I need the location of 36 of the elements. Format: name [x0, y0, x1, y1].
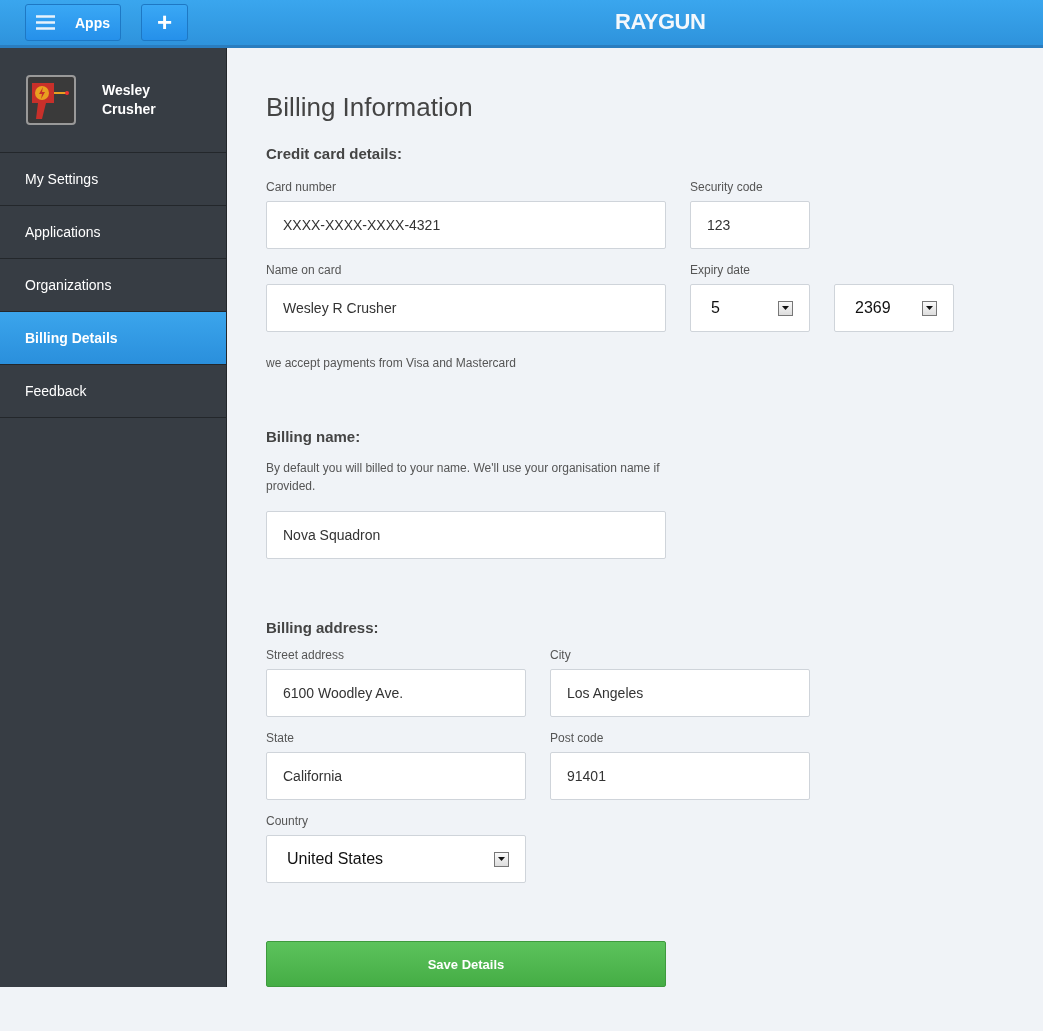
avatar-icon [26, 75, 76, 125]
input-field[interactable]: Wesley R Crusher [266, 284, 666, 332]
caret-icon[interactable] [922, 300, 937, 316]
logo: RAYGUN [615, 9, 706, 35]
input-field[interactable]: XXXX-XXXX-XXXX-4321 [266, 201, 666, 249]
payment-note: we accept payments from Visa and Mastercard [266, 356, 517, 370]
field-label: State [266, 731, 296, 745]
page-title: Billing Information [266, 92, 474, 123]
field-label: Street address [266, 648, 346, 662]
billing-name-description: By default you will billed to your name. We'll use your organisation name if provided. [266, 460, 661, 495]
select-field[interactable]: United States [266, 835, 526, 883]
input-field[interactable]: California [266, 752, 526, 800]
caret-icon[interactable] [778, 300, 793, 316]
input-field[interactable]: 91401 [550, 752, 810, 800]
menu-icon [36, 14, 55, 31]
field-label: Security code [690, 180, 764, 194]
section-heading: Billing address: [266, 619, 380, 636]
section-heading: Credit card details: [266, 145, 403, 162]
caret-icon[interactable] [494, 851, 509, 867]
field-label: Card number [266, 180, 338, 194]
field-label: Name on card [266, 263, 343, 277]
select-field[interactable]: 2369 [834, 284, 954, 332]
input-field[interactable]: 123 [690, 201, 810, 249]
sidebar-item[interactable]: My Settings [0, 153, 226, 206]
field-label: Expiry date [690, 263, 752, 277]
field-label: City [550, 648, 572, 662]
field-label: Country [266, 814, 310, 828]
sidebar-item[interactable]: Applications [0, 206, 226, 259]
select-field[interactable]: 5 [690, 284, 810, 332]
input-field[interactable]: 6100 Woodley Ave. [266, 669, 526, 717]
sidebar-item[interactable]: Feedback [0, 365, 226, 418]
input-field[interactable]: Nova Squadron [266, 511, 666, 559]
input-field[interactable]: Los Angeles [550, 669, 810, 717]
section-heading: Billing name: [266, 428, 362, 445]
field-label: Post code [550, 731, 605, 745]
user-name: Wesley Crusher [102, 81, 157, 119]
